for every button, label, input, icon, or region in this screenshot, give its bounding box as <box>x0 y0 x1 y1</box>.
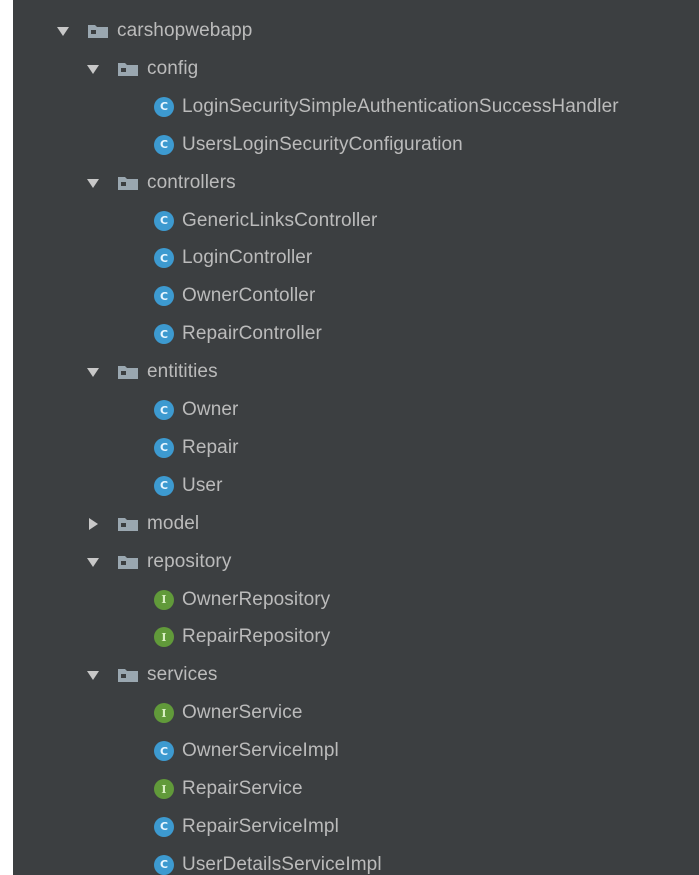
interface-icon: I <box>154 589 174 610</box>
tree-leaf-label: UserDetailsServiceImpl <box>182 853 382 875</box>
expand-arrow-down-icon[interactable] <box>85 61 101 77</box>
tree-leaf-userdetailsserviceimpl[interactable]: C UserDetailsServiceImpl <box>154 846 382 875</box>
tree-leaf-label: Owner <box>182 399 239 420</box>
tree-leaf-usersloginsecurityconfiguration[interactable]: C UsersLoginSecurityConfiguration <box>154 126 463 164</box>
interface-icon: I <box>154 627 174 648</box>
tree-leaf-label: OwnerService <box>182 702 303 724</box>
folder-icon <box>117 667 139 683</box>
tree-node-label: entitities <box>147 361 218 383</box>
expand-arrow-down-icon[interactable] <box>85 364 101 380</box>
tree-leaf-label: LoginSecuritySimpleAuthenticationSuccess… <box>182 95 619 117</box>
tree-leaf-user[interactable]: C User <box>154 467 223 505</box>
tree-leaf-label: RepairController <box>182 323 322 345</box>
tree-leaf-ownerserviceimpl[interactable]: C OwnerServiceImpl <box>154 732 339 770</box>
class-icon: C <box>154 96 174 117</box>
class-icon: C <box>154 741 174 762</box>
tree-leaf-label: OwnerServiceImpl <box>182 740 339 762</box>
tree-leaf-ownerrepository[interactable]: I OwnerRepository <box>154 581 330 619</box>
folder-icon <box>117 175 139 191</box>
tree-leaf-ownercontoller[interactable]: C OwnerContoller <box>154 277 315 315</box>
class-icon: C <box>154 437 174 458</box>
tree-node-carshopwebapp[interactable]: carshopwebapp <box>55 12 252 50</box>
tree-node-label: repository <box>147 550 232 572</box>
folder-icon <box>117 61 139 77</box>
class-icon: C <box>154 400 174 420</box>
tree-leaf-loginsecuritysimpleauthenticationsuccesshandler[interactable]: C LoginSecuritySimpleAuthenticationSucces… <box>154 88 619 126</box>
tree-node-controllers[interactable]: controllers <box>85 164 236 202</box>
tree-node-entitities[interactable]: entitities <box>85 353 218 391</box>
class-icon: C <box>154 286 174 307</box>
folder-icon <box>117 554 139 570</box>
tree-node-label: model <box>147 512 200 534</box>
tree-node-label: controllers <box>147 171 236 193</box>
tree-leaf-repairserviceimpl[interactable]: C RepairServiceImpl <box>154 808 339 846</box>
tree-node-model[interactable]: model <box>85 505 199 543</box>
class-icon: C <box>154 324 174 345</box>
class-icon: C <box>154 210 174 231</box>
class-icon: C <box>154 248 174 269</box>
tree-leaf-repairrepository[interactable]: I RepairRepository <box>154 618 330 656</box>
folder-icon <box>117 516 139 532</box>
tree-node-config[interactable]: config <box>85 50 198 88</box>
tree-leaf-label: Repair <box>182 436 239 458</box>
tree-leaf-logincontroller[interactable]: C LoginController <box>154 239 312 277</box>
tree-leaf-label: OwnerRepository <box>182 588 331 610</box>
tree-leaf-repaircontroller[interactable]: C RepairController <box>154 315 322 353</box>
class-icon: C <box>154 475 174 496</box>
tree-leaf-repairservice[interactable]: I RepairService <box>154 770 303 808</box>
class-icon: C <box>154 854 174 875</box>
project-tree-panel: carshopwebapp config C LoginSecuritySimple… <box>13 0 699 875</box>
tree-node-label: carshopwebapp <box>117 20 253 41</box>
tree-leaf-label: GenericLinksController <box>182 209 378 231</box>
tree-node-repository[interactable]: repository <box>85 543 231 581</box>
folder-icon <box>87 23 109 39</box>
collapse-arrow-right-icon[interactable] <box>85 516 101 532</box>
tree-leaf-label: LoginController <box>182 247 313 269</box>
tree-leaf-repair[interactable]: C Repair <box>154 429 239 467</box>
class-icon: C <box>154 134 174 155</box>
tree-node-label: services <box>147 664 218 686</box>
interface-icon: I <box>154 779 174 799</box>
expand-arrow-down-icon[interactable] <box>85 554 101 570</box>
tree-leaf-genericlinkscontroller[interactable]: C GenericLinksController <box>154 202 377 240</box>
tree-leaf-label: RepairRepository <box>182 626 331 648</box>
tree-leaf-label: RepairServiceImpl <box>182 815 339 837</box>
tree-leaf-label: UsersLoginSecurityConfiguration <box>182 133 463 155</box>
expand-arrow-down-icon[interactable] <box>85 667 101 683</box>
tree-leaf-label: OwnerContoller <box>182 285 316 307</box>
tree-leaf-owner[interactable]: C Owner <box>154 391 238 429</box>
tree-node-label: config <box>147 57 199 79</box>
tree-leaf-ownerservice[interactable]: I OwnerService <box>154 694 303 732</box>
folder-icon <box>117 364 139 380</box>
tree-leaf-label: User <box>182 474 223 496</box>
class-icon: C <box>154 816 174 837</box>
interface-icon: I <box>154 703 174 724</box>
expand-arrow-down-icon[interactable] <box>85 175 101 191</box>
expand-arrow-down-icon[interactable] <box>55 23 71 39</box>
tree-leaf-label: RepairService <box>182 778 303 799</box>
tree-node-services[interactable]: services <box>85 656 217 694</box>
